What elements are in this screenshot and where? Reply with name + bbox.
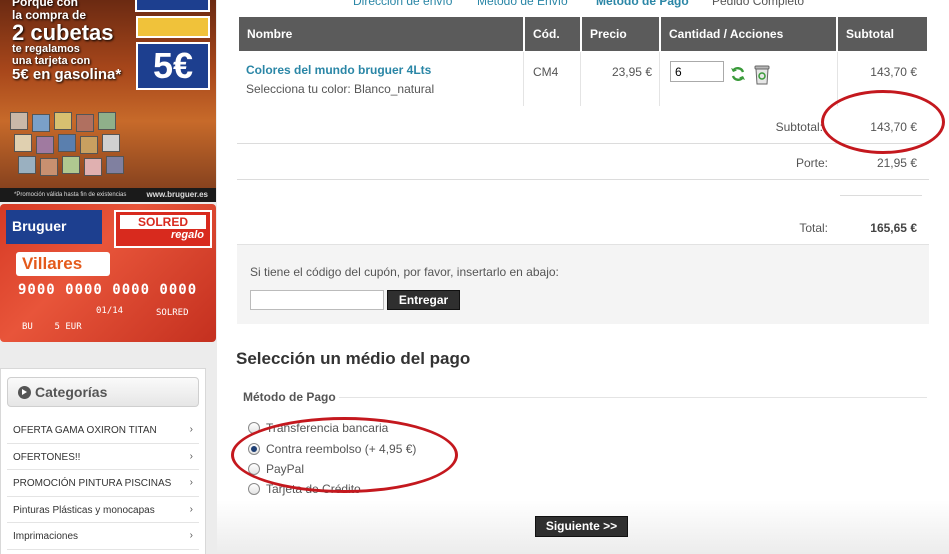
annotation-circle-payment [231, 417, 458, 493]
line-subtotal: 143,70 € [870, 65, 917, 79]
promo-text: Porque con la compra de 2 cubetas te reg… [12, 0, 122, 84]
step-shipping-address[interactable]: Dirección de envío [353, 0, 452, 8]
checkout-main: Dirección de envío Método de Envío Métod… [217, 0, 949, 554]
category-item[interactable]: PROMOCIÓN PINTURA PISCINAS › [7, 470, 199, 497]
solred-logo: SOLRED regalo [114, 210, 212, 248]
checkout-steps: Dirección de envío Método de Envío Métod… [217, 0, 949, 8]
refresh-icon[interactable] [730, 66, 746, 82]
coupon-input[interactable] [250, 290, 384, 310]
category-item[interactable]: OFERTA GAMA OXIRON TITAN › [7, 417, 199, 444]
col-codigo: Cód. [525, 17, 580, 51]
categories-header: Categorías [7, 377, 199, 407]
col-cantidad: Cantidad / Acciones [661, 17, 836, 51]
divider [580, 52, 581, 106]
card-bu: BU 5 EUR [22, 322, 82, 332]
shipping-value: 21,95 € [876, 156, 917, 170]
payment-legend: Método de Pago [243, 390, 336, 404]
chevron-right-icon: › [189, 530, 193, 541]
promo-banner-bruguer[interactable]: Porque con la compra de 2 cubetas te reg… [0, 0, 216, 202]
divider [237, 143, 929, 144]
quantity-input[interactable] [670, 61, 724, 82]
euro-badge: 5€ [136, 42, 210, 90]
promo-footer: *Promoción válida hasta fin de existenci… [0, 188, 216, 202]
product-name-link[interactable]: Colores del mundo bruguer 4Lts [246, 63, 431, 77]
card-expiry: 01/14 [96, 306, 124, 316]
step-order-complete: Pedido Completo [712, 0, 805, 8]
step-payment-method: Método de Pago [596, 0, 689, 8]
villares-logo: Villares [16, 252, 110, 276]
paint-cans-image [10, 112, 130, 178]
total-value: 165,65 € [870, 221, 917, 235]
coupon-panel: Si tiene el código del cupón, por favor,… [237, 244, 929, 324]
chevron-right-icon: › [189, 424, 193, 435]
payment-section-title: Selección un médio del pago [236, 349, 471, 368]
card-number: 9000 0000 0000 0000 [18, 282, 198, 298]
next-button[interactable]: Siguiente >> [535, 516, 628, 537]
shipping-label: Porte: [795, 156, 828, 170]
category-item[interactable]: OFERTONES!! › [7, 444, 199, 470]
category-list: OFERTA GAMA OXIRON TITAN › OFERTONES!! › P… [7, 417, 199, 550]
coupon-text: Si tiene el código del cupón, por favor,… [250, 265, 559, 279]
total-label: Total: [799, 221, 828, 235]
trash-icon[interactable] [754, 64, 770, 85]
categories-panel: Categorías OFERTA GAMA OXIRON TITAN › OFE… [0, 368, 206, 554]
chevron-right-icon: › [189, 503, 193, 515]
arrow-graphic [136, 16, 210, 38]
category-item[interactable]: Pinturas Plásticas y monocapas › [7, 497, 199, 523]
product-price: 23,95 € [611, 65, 652, 79]
divider [237, 179, 929, 180]
product-code: CM4 [533, 65, 559, 79]
chevron-right-icon: › [189, 450, 193, 462]
radio-button[interactable] [248, 483, 260, 495]
col-subtotal: Subtotal [838, 17, 927, 51]
annotation-circle-subtotal [821, 90, 945, 154]
divider [659, 52, 660, 106]
divider [339, 397, 927, 398]
product-option: Selecciona tu color: Blanco_natural [246, 82, 435, 96]
bullet-arrow-icon [18, 386, 31, 399]
cart-table-header: Nombre Cód. Precio Cantidad / Acciones S… [237, 17, 929, 51]
category-item[interactable]: Imprimaciones › [7, 523, 199, 550]
chevron-right-icon: › [189, 477, 193, 488]
categories-title: Categorías [35, 384, 108, 400]
gift-card-banner[interactable]: Bruguer SOLRED regalo Villares 9000 0000… [0, 204, 216, 342]
divider [523, 52, 524, 106]
divider [837, 52, 838, 106]
card-issuer: SOLRED [156, 308, 189, 318]
step-shipping-method[interactable]: Método de Envío [477, 0, 568, 8]
col-precio: Precio [582, 17, 659, 51]
subtotal-label: Subtotal: [775, 120, 823, 134]
bruguer-logo: Bruguer [6, 210, 102, 244]
submit-coupon-button[interactable]: Entregar [387, 290, 460, 310]
divider [840, 195, 922, 196]
col-nombre: Nombre [239, 17, 523, 51]
promo-badge-top [135, 0, 210, 12]
